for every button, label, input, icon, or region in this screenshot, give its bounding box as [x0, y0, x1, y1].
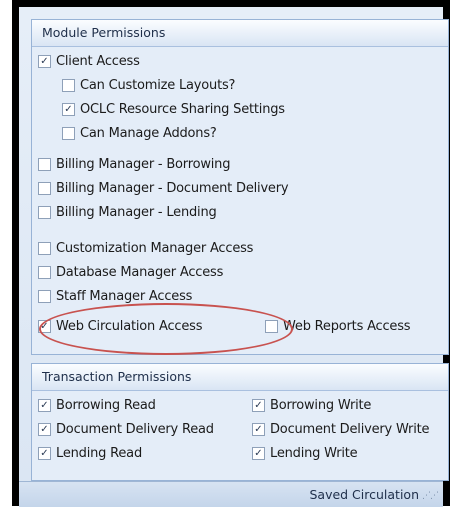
borrowing-read-label: Borrowing Read: [56, 398, 156, 413]
billing-borrowing-checkbox-box[interactable]: [38, 158, 51, 171]
permissions-panel: Module Permissions Client Access Can Cus…: [19, 7, 449, 481]
can-customize-layouts-checkbox-box[interactable]: [62, 79, 75, 92]
database-manager-checkbox-box[interactable]: [38, 266, 51, 279]
borrowing-write-checkbox[interactable]: Borrowing Write: [252, 398, 371, 413]
can-manage-addons-checkbox-box[interactable]: [62, 127, 75, 140]
client-access-label: Client Access: [56, 54, 140, 69]
oclc-resource-sharing-checkbox[interactable]: OCLC Resource Sharing Settings: [62, 102, 285, 117]
client-access-checkbox[interactable]: Client Access: [38, 54, 140, 69]
database-manager-checkbox[interactable]: Database Manager Access: [38, 265, 223, 280]
lending-read-checkbox[interactable]: Lending Read: [38, 446, 142, 461]
customization-manager-checkbox-box[interactable]: [38, 242, 51, 255]
borrowing-write-label: Borrowing Write: [270, 398, 372, 413]
document-delivery-read-checkbox[interactable]: Document Delivery Read: [38, 422, 214, 437]
staff-manager-checkbox[interactable]: Staff Manager Access: [38, 289, 192, 304]
highlight-circle: [39, 303, 293, 355]
window-frame: Module Permissions Client Access Can Cus…: [12, 0, 450, 507]
staff-manager-label: Staff Manager Access: [56, 289, 193, 304]
billing-borrowing-label: Billing Manager - Borrowing: [56, 157, 231, 172]
can-manage-addons-label: Can Manage Addons?: [80, 126, 217, 141]
status-text: Saved Circulation: [309, 487, 419, 502]
borrowing-write-checkbox-box[interactable]: [252, 399, 265, 412]
billing-lending-checkbox-box[interactable]: [38, 206, 51, 219]
oclc-resource-sharing-checkbox-box[interactable]: [62, 103, 75, 116]
module-permissions-header: Module Permissions: [32, 20, 448, 47]
client-access-checkbox-box[interactable]: [38, 55, 51, 68]
billing-lending-label: Billing Manager - Lending: [56, 205, 217, 220]
borrowing-read-checkbox[interactable]: Borrowing Read: [38, 398, 156, 413]
can-customize-layouts-checkbox[interactable]: Can Customize Layouts?: [62, 78, 235, 93]
web-reports-label: Web Reports Access: [283, 319, 411, 334]
borrowing-read-checkbox-box[interactable]: [38, 399, 51, 412]
document-delivery-read-checkbox-box[interactable]: [38, 423, 51, 436]
staff-manager-checkbox-box[interactable]: [38, 290, 51, 303]
lending-write-checkbox[interactable]: Lending Write: [252, 446, 358, 461]
customization-manager-label: Customization Manager Access: [56, 241, 254, 256]
lending-write-label: Lending Write: [270, 446, 358, 461]
can-manage-addons-checkbox[interactable]: Can Manage Addons?: [62, 126, 217, 141]
oclc-resource-sharing-label: OCLC Resource Sharing Settings: [80, 102, 285, 117]
billing-document-delivery-checkbox[interactable]: Billing Manager - Document Delivery: [38, 181, 289, 196]
lending-write-checkbox-box[interactable]: [252, 447, 265, 460]
lending-read-checkbox-box[interactable]: [38, 447, 51, 460]
can-customize-layouts-label: Can Customize Layouts?: [80, 78, 236, 93]
database-manager-label: Database Manager Access: [56, 265, 224, 280]
document-delivery-write-label: Document Delivery Write: [270, 422, 430, 437]
module-permissions-group: Module Permissions Client Access Can Cus…: [31, 19, 449, 355]
transaction-permissions-group: Transaction Permissions Borrowing Read B…: [31, 363, 449, 481]
transaction-permissions-header: Transaction Permissions: [32, 364, 448, 391]
billing-lending-checkbox[interactable]: Billing Manager - Lending: [38, 205, 217, 220]
customization-manager-checkbox[interactable]: Customization Manager Access: [38, 241, 253, 256]
document-delivery-write-checkbox[interactable]: Document Delivery Write: [252, 422, 429, 437]
status-bar: Saved Circulation ⋰⋰: [19, 481, 443, 507]
document-delivery-read-label: Document Delivery Read: [56, 422, 214, 437]
billing-borrowing-checkbox[interactable]: Billing Manager - Borrowing: [38, 157, 230, 172]
billing-document-delivery-checkbox-box[interactable]: [38, 182, 51, 195]
billing-document-delivery-label: Billing Manager - Document Delivery: [56, 181, 289, 196]
document-delivery-write-checkbox-box[interactable]: [252, 423, 265, 436]
resize-grip-icon[interactable]: ⋰⋰: [422, 491, 439, 501]
lending-read-label: Lending Read: [56, 446, 143, 461]
